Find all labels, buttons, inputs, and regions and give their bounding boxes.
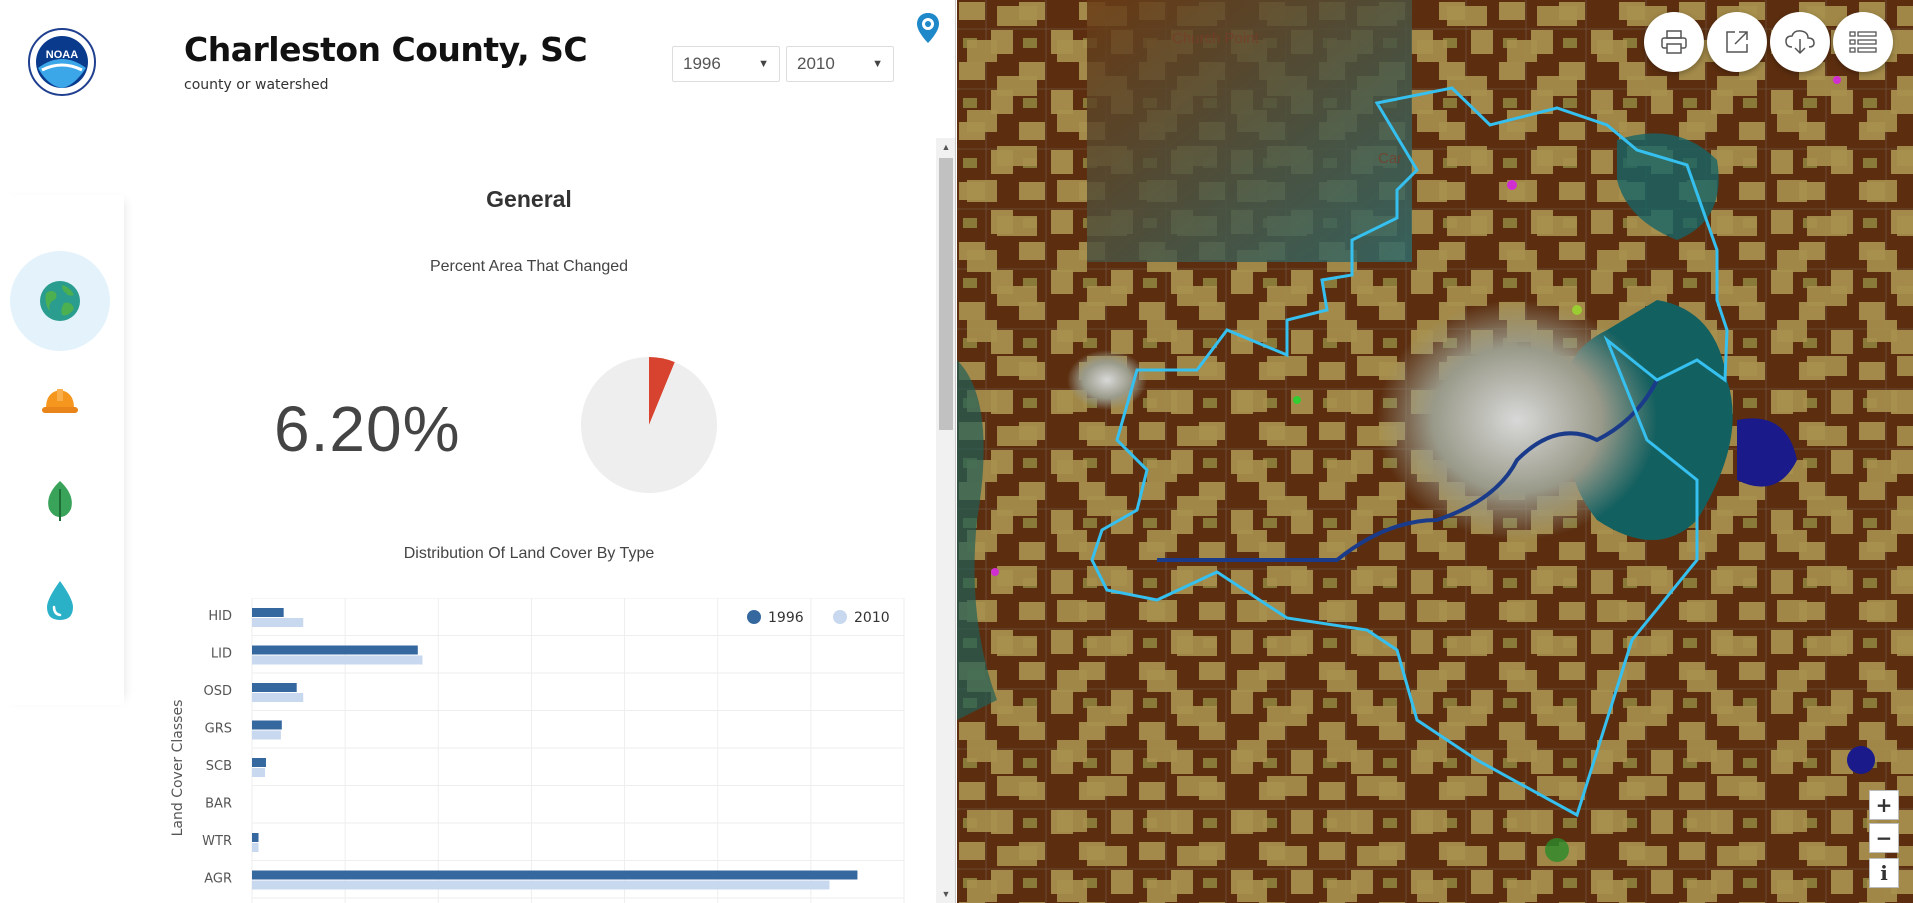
start-year-value: 1996 (683, 54, 721, 73)
nav-general[interactable] (10, 251, 110, 351)
y-tick-label: BAR (205, 797, 232, 812)
y-tick-label: GRS (205, 722, 232, 737)
info-button[interactable]: i (1869, 858, 1899, 888)
y-tick-label: SCB (206, 759, 232, 774)
y-axis-title: Land Cover Classes (170, 700, 186, 837)
bar-1996-SCB (252, 758, 266, 767)
y-tick-label: AGR (204, 872, 232, 887)
end-year-select[interactable]: 2010 ▼ (786, 46, 894, 82)
bar-1996-LID (252, 645, 418, 655)
scroll-down-arrow[interactable]: ▼ (936, 885, 955, 903)
chevron-down-icon: ▼ (758, 58, 769, 70)
svg-text:NOAA: NOAA (46, 49, 78, 61)
page-title: Charleston County, SC (184, 30, 588, 69)
bar-1996-OSD (252, 683, 297, 692)
bar-2010-OSD (252, 693, 304, 702)
topic-nav (0, 195, 124, 705)
share-button[interactable] (1707, 12, 1767, 72)
noaa-logo: NOAA (28, 28, 96, 96)
bar-2010-WTR (252, 843, 259, 852)
y-tick-label: OSD (204, 684, 233, 699)
legend-marker-1996 (747, 610, 761, 624)
nav-water[interactable] (10, 551, 110, 651)
legend-button[interactable] (1833, 12, 1893, 72)
print-button[interactable] (1644, 12, 1704, 72)
end-year-value: 2010 (797, 54, 835, 73)
percent-changed-value: 6.20% (274, 393, 461, 465)
legend-marker-2010 (833, 610, 847, 624)
report-content: General Percent Area That Changed 6.20% … (124, 140, 934, 903)
hardhat-icon (42, 389, 78, 413)
distribution-caption: Distribution Of Land Cover By Type (403, 545, 655, 562)
zoom-out-button[interactable]: − (1869, 823, 1899, 853)
bar-1996-WTR (252, 833, 259, 842)
bar-2010-HID (252, 618, 304, 627)
bar-1996-GRS (252, 720, 282, 730)
pie-slice-unchanged (581, 357, 717, 493)
zoom-in-button[interactable]: + (1869, 790, 1899, 820)
y-tick-label: LID (211, 647, 232, 662)
bar-2010-SCB (252, 768, 266, 777)
scroll-thumb[interactable] (939, 158, 953, 430)
start-year-select[interactable]: 1996 ▼ (672, 46, 780, 82)
y-tick-label: WTR (202, 834, 232, 849)
page-subtitle: county or watershed (184, 77, 329, 93)
bar-1996-HID (252, 608, 284, 617)
map-place-label: Car (1378, 150, 1403, 167)
bar-1996-AGR (252, 870, 858, 880)
nav-vegetation[interactable] (10, 451, 110, 551)
bar-2010-GRS (252, 730, 281, 740)
land-cover-map[interactable]: Church Point Car + − i (957, 0, 1913, 903)
water-drop-icon (47, 581, 73, 620)
share-external-icon (1726, 31, 1748, 53)
land-cover-bar-chart: Land Cover Classes HID LID OSD GRS SCB BAR WTR A… (170, 598, 905, 903)
legend-label-1996: 1996 (768, 610, 804, 626)
map-canvas[interactable] (957, 0, 1913, 903)
location-pin-icon[interactable] (916, 12, 940, 44)
bar-2010-AGR (252, 880, 830, 890)
panel-scrollbar[interactable]: ▲ ▼ (936, 138, 955, 903)
map-place-label: Church Point (1172, 30, 1259, 47)
chevron-down-icon: ▼ (872, 58, 883, 70)
percent-changed-caption: Percent Area That Changed (429, 258, 629, 275)
globe-icon (40, 281, 80, 321)
download-button[interactable] (1770, 12, 1830, 72)
printer-icon (1661, 30, 1687, 54)
report-panel: NOAA Charleston County, SC county or wat… (0, 0, 956, 903)
legend-label-2010: 2010 (854, 610, 890, 626)
nav-development[interactable] (10, 351, 110, 451)
app: NOAA Charleston County, SC county or wat… (0, 0, 1913, 903)
bar-2010-LID (252, 655, 423, 665)
leaf-icon (48, 481, 72, 521)
section-title: General (486, 186, 572, 212)
cloud-download-icon (1785, 30, 1815, 55)
scroll-up-arrow[interactable]: ▲ (936, 138, 955, 156)
percent-changed-pie (581, 357, 717, 493)
y-tick-label: HID (208, 609, 232, 624)
layer-list-icon (1849, 31, 1877, 53)
